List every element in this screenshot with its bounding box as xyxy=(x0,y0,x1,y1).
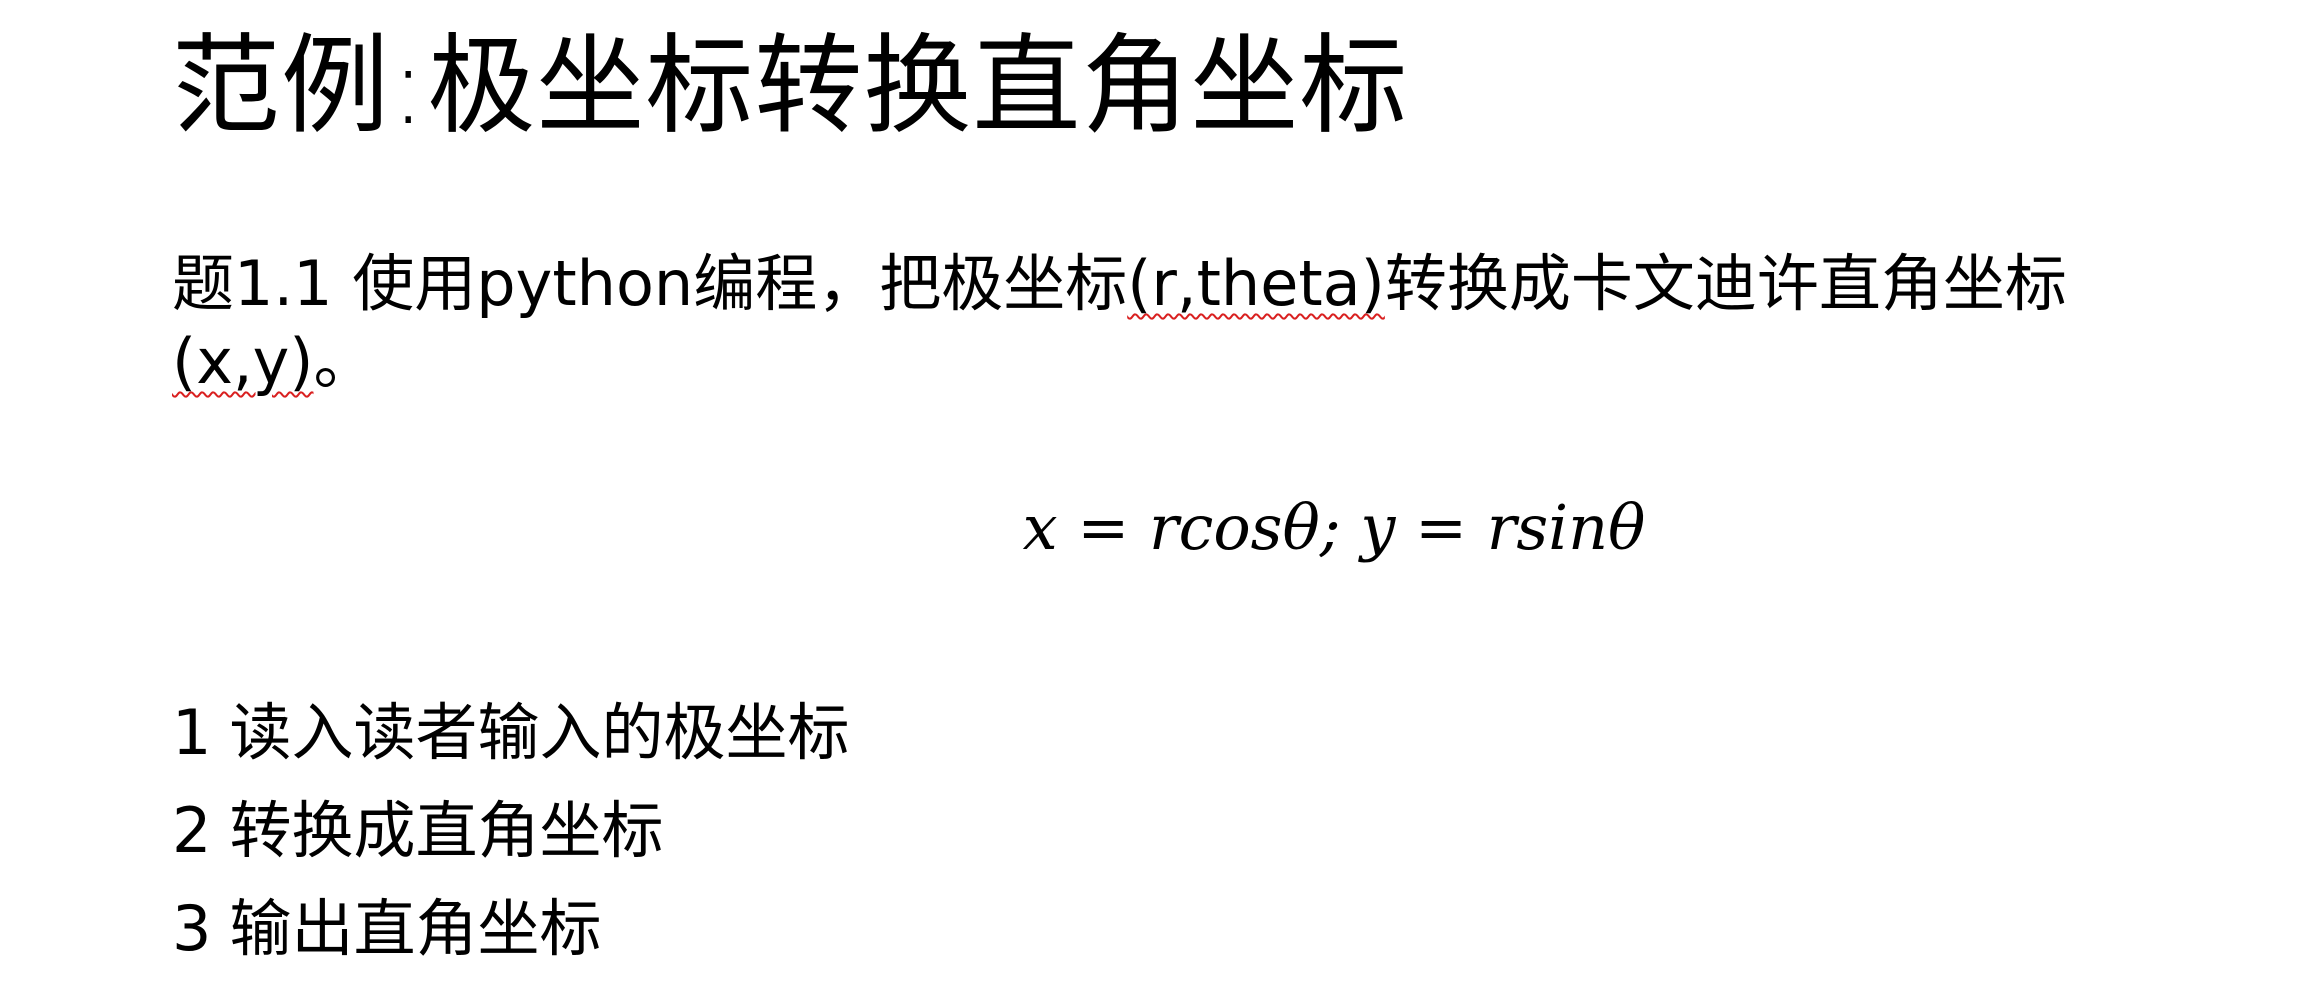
step-number: 2 xyxy=(172,794,212,867)
steps-list: 1 读入读者输入的极坐标 2 转换成直角坐标 3 输出直角坐标 xyxy=(172,684,849,978)
problem-line-1-prefix: 题1.1 使用python编程，把极坐标 xyxy=(172,247,1128,320)
step-number: 3 xyxy=(172,892,212,965)
polar-coordinate-pair: (r,theta) xyxy=(1127,247,1385,320)
conversion-formula: x = rcosθ; y = rsinθ xyxy=(0,488,2308,568)
slide-title: 范例:极坐标转换直角坐标 xyxy=(172,24,1409,149)
step-item: 1 读入读者输入的极坐标 xyxy=(172,684,849,782)
step-item: 3 输出直角坐标 xyxy=(172,880,849,978)
step-number: 1 xyxy=(172,696,212,769)
problem-line-2: (x,y)。 xyxy=(172,323,2172,401)
step-item: 2 转换成直角坐标 xyxy=(172,782,849,880)
formula-text: x = rcosθ; y = rsinθ xyxy=(1022,491,1646,564)
problem-line-2-suffix: 。 xyxy=(313,325,376,398)
problem-line-1-suffix: 转换成卡文迪许直角坐标 xyxy=(1384,247,2067,320)
step-text: 读入读者输入的极坐标 xyxy=(229,696,850,769)
slide: 范例:极坐标转换直角坐标 题1.1 使用python编程，把极坐标(r,thet… xyxy=(0,0,2308,998)
cartesian-coordinate-pair: (x,y) xyxy=(172,325,314,398)
step-text: 输出直角坐标 xyxy=(229,892,602,965)
problem-statement: 题1.1 使用python编程，把极坐标(r,theta)转换成卡文迪许直角坐标… xyxy=(172,245,2172,401)
step-text: 转换成直角坐标 xyxy=(229,794,664,867)
problem-line-1: 题1.1 使用python编程，把极坐标(r,theta)转换成卡文迪许直角坐标 xyxy=(172,245,2172,323)
